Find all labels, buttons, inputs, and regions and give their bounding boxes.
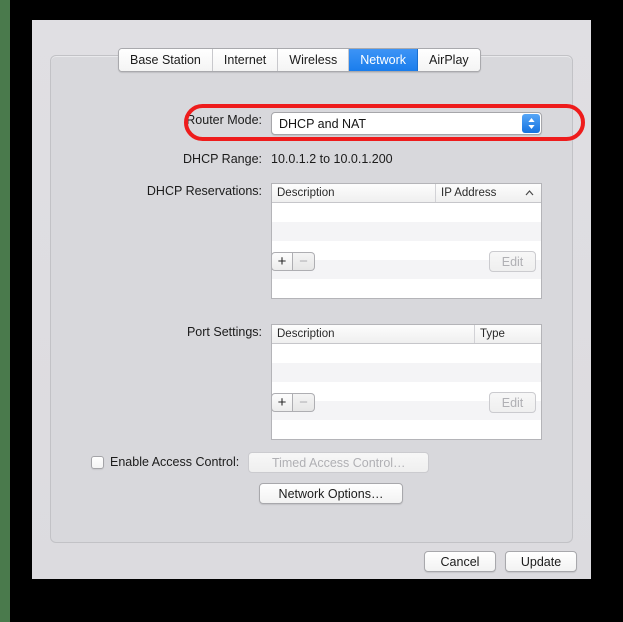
column-label: Description bbox=[277, 187, 335, 199]
button-label: Edit bbox=[501, 254, 524, 269]
router-mode-value: DHCP and NAT bbox=[279, 116, 367, 131]
table-row[interactable] bbox=[272, 279, 541, 298]
table-row[interactable] bbox=[272, 344, 541, 363]
edit-reservation-button[interactable]: Edit bbox=[489, 251, 536, 272]
table-row[interactable] bbox=[272, 420, 541, 439]
airport-utility-window: Base Station Internet Wireless Network A… bbox=[32, 20, 591, 579]
dhcp-range-label: DHCP Range: bbox=[183, 152, 262, 166]
router-mode-select[interactable]: DHCP and NAT bbox=[271, 112, 542, 135]
port-settings-add-remove: + − bbox=[271, 393, 315, 412]
cancel-button[interactable]: Cancel bbox=[424, 551, 496, 572]
tab-label: Internet bbox=[223, 53, 267, 67]
tab-label: Base Station bbox=[130, 53, 201, 67]
column-label: IP Address bbox=[441, 187, 497, 199]
column-label: Description bbox=[277, 328, 335, 340]
add-port-button[interactable]: + bbox=[271, 393, 293, 412]
enable-access-control-label: Enable Access Control: bbox=[110, 455, 240, 469]
button-label: Update bbox=[520, 554, 562, 569]
port-settings-row: Port Settings: Description Type bbox=[128, 324, 542, 440]
port-settings-toolbar: + − Edit bbox=[271, 392, 536, 413]
port-settings-table[interactable]: Description Type bbox=[271, 324, 542, 440]
dhcp-range-value: 10.0.1.2 to 10.0.1.200 bbox=[271, 152, 393, 166]
router-mode-label: Router Mode: bbox=[186, 113, 262, 127]
remove-reservation-button[interactable]: − bbox=[293, 252, 315, 271]
tab-bar: Base Station Internet Wireless Network A… bbox=[118, 48, 481, 72]
network-options-row: Network Options… bbox=[259, 483, 403, 504]
tab-label: Wireless bbox=[289, 53, 338, 67]
add-reservation-button[interactable]: + bbox=[271, 252, 293, 271]
button-label: Timed Access Control… bbox=[271, 455, 406, 470]
dhcp-reservations-toolbar: + − Edit bbox=[271, 251, 536, 272]
tab-network[interactable]: Network bbox=[349, 49, 419, 71]
column-header-type[interactable]: Type bbox=[475, 325, 541, 343]
column-header-description[interactable]: Description bbox=[272, 184, 436, 202]
tab-label: AirPlay bbox=[429, 53, 469, 67]
table-row[interactable] bbox=[272, 363, 541, 382]
add-icon: + bbox=[277, 253, 287, 270]
column-header-ip-address[interactable]: IP Address bbox=[436, 184, 541, 202]
add-icon: + bbox=[277, 394, 287, 411]
remove-icon: − bbox=[299, 394, 308, 411]
chevron-up-down-icon[interactable] bbox=[522, 114, 540, 133]
enable-access-control-checkbox[interactable] bbox=[91, 456, 104, 469]
dhcp-reservations-label: DHCP Reservations: bbox=[146, 184, 262, 198]
tab-airplay[interactable]: AirPlay bbox=[418, 49, 480, 71]
tab-base-station[interactable]: Base Station bbox=[119, 49, 213, 71]
network-options-button[interactable]: Network Options… bbox=[259, 483, 403, 504]
table-header: Description Type bbox=[272, 325, 541, 344]
button-label: Network Options… bbox=[278, 486, 384, 501]
button-label: Cancel bbox=[440, 554, 480, 569]
desktop-edge-strip bbox=[0, 0, 10, 622]
screenshot-root: Base Station Internet Wireless Network A… bbox=[0, 0, 623, 622]
edit-port-button[interactable]: Edit bbox=[489, 392, 536, 413]
update-button[interactable]: Update bbox=[505, 551, 577, 572]
remove-icon: − bbox=[299, 253, 308, 270]
footer-buttons: Cancel Update bbox=[424, 551, 577, 572]
tab-wireless[interactable]: Wireless bbox=[278, 49, 350, 71]
column-label: Type bbox=[480, 328, 505, 340]
table-row[interactable] bbox=[272, 222, 541, 241]
timed-access-control-button[interactable]: Timed Access Control… bbox=[248, 452, 430, 473]
port-settings-label: Port Settings: bbox=[186, 325, 262, 339]
tab-label: Network bbox=[360, 53, 407, 67]
sort-ascending-caret-icon bbox=[525, 187, 534, 199]
table-row[interactable] bbox=[272, 203, 541, 222]
dhcp-range-row: DHCP Range: 10.0.1.2 to 10.0.1.200 bbox=[170, 151, 393, 168]
dhcp-reservations-add-remove: + − bbox=[271, 252, 315, 271]
button-label: Edit bbox=[501, 395, 524, 410]
dhcp-reservations-row: DHCP Reservations: Description IP Addres… bbox=[128, 183, 542, 299]
dhcp-reservations-table[interactable]: Description IP Address bbox=[271, 183, 542, 299]
router-mode-row: Router Mode: DHCP and NAT bbox=[170, 112, 542, 135]
table-header: Description IP Address bbox=[272, 184, 541, 203]
access-control-row: Enable Access Control: Timed Access Cont… bbox=[91, 452, 430, 473]
column-header-description[interactable]: Description bbox=[272, 325, 475, 343]
tab-internet[interactable]: Internet bbox=[212, 49, 279, 71]
remove-port-button[interactable]: − bbox=[293, 393, 315, 412]
